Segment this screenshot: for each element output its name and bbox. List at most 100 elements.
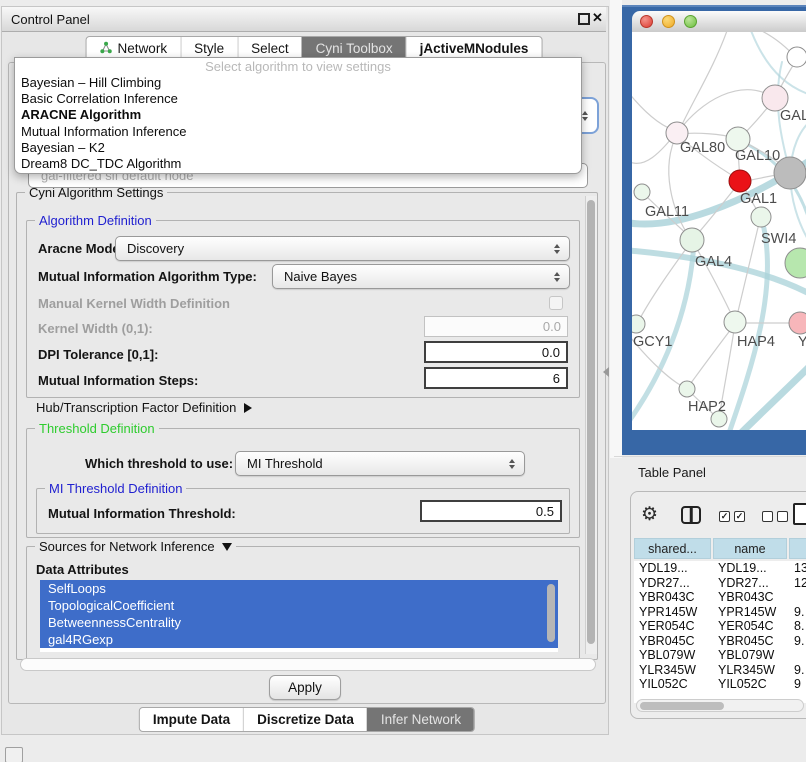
checkbox-unchecked-icon[interactable] — [777, 511, 788, 522]
table-row[interactable]: YDL19...YDL19...13 — [634, 561, 806, 576]
net-node-hap2[interactable] — [679, 381, 695, 397]
scrollbar-thumb[interactable] — [547, 584, 555, 642]
control-panel-title: Control Panel — [11, 12, 90, 27]
manual-kernel-width-label: Manual Kernel Width Definition — [38, 296, 230, 311]
net-node-hap4[interactable] — [724, 311, 746, 333]
table-cell: YDR27... — [713, 576, 789, 590]
scrollbar-thumb[interactable] — [587, 200, 595, 644]
net-node-label: Y — [798, 334, 806, 350]
column-header-extra[interactable] — [789, 538, 806, 559]
table-row[interactable]: YIL052CYIL052C9 — [634, 677, 806, 692]
net-node-label: GAL10 — [735, 148, 780, 164]
algorithm-option-mutual-information-inference[interactable]: Mutual Information Inference — [15, 124, 581, 140]
table-row[interactable]: YBL079WYBL079W — [634, 648, 806, 663]
column-header-shared[interactable]: shared... — [634, 538, 711, 559]
grid-mode-button[interactable] — [5, 747, 23, 762]
algorithm-option-basic-correlation-inference[interactable]: Basic Correlation Inference — [15, 91, 581, 107]
settings-horizontal-scrollbar[interactable] — [20, 658, 596, 671]
table-row[interactable]: YDR27...YDR27...12 — [634, 576, 806, 591]
float-window-icon[interactable] — [578, 13, 590, 25]
tab-infer-network[interactable]: Infer Network — [367, 708, 474, 731]
tab-label: Discretize Data — [257, 712, 354, 727]
tab-label: Impute Data — [153, 712, 230, 727]
mi-steps-label: Mutual Information Steps: — [38, 373, 198, 388]
checkbox-checked-icon[interactable]: ✓ — [734, 511, 745, 522]
data-attributes-list[interactable]: SelfLoopsTopologicalCoefficientBetweenne… — [40, 580, 558, 652]
scrollbar-thumb[interactable] — [640, 702, 724, 710]
net-node[interactable] — [785, 248, 806, 278]
net-node-gal4[interactable] — [680, 228, 704, 252]
table-cell: YBR043C — [713, 590, 789, 604]
apply-button-label: Apply — [288, 680, 322, 695]
net-node-label: GAL1 — [740, 191, 777, 207]
list-vertical-scrollbar[interactable] — [547, 582, 556, 650]
mac-close-icon[interactable] — [640, 15, 653, 28]
tab-discretize-data[interactable]: Discretize Data — [243, 708, 367, 731]
mac-zoom-icon[interactable] — [684, 15, 697, 28]
splitter-collapse-icon[interactable] — [603, 367, 609, 377]
column-header-name[interactable]: name — [713, 538, 787, 559]
table-row[interactable]: YBR045CYBR045C9. — [634, 634, 806, 649]
net-node-swi4[interactable] — [751, 207, 771, 227]
table-row[interactable]: YPR145WYPR145W9. — [634, 605, 806, 620]
attribute-item-betweennesscentrality[interactable]: BetweennessCentrality — [40, 614, 558, 631]
column-layout-icon[interactable] — [681, 506, 701, 524]
checkbox-checked-icon[interactable]: ✓ — [719, 511, 730, 522]
table-row[interactable]: YLR345WYLR345W9. — [634, 663, 806, 678]
algorithm-option-bayesian-hill-climbing[interactable]: Bayesian – Hill Climbing — [15, 75, 581, 91]
algorithm-option-bayesian-k2[interactable]: Bayesian – K2 — [15, 140, 581, 156]
table-cell: 9. — [789, 634, 806, 648]
table-cell: YBR045C — [634, 634, 713, 648]
table-row[interactable]: YER054CYER054C8. — [634, 619, 806, 634]
new-table-icon[interactable] — [793, 503, 806, 525]
mac-minimize-icon[interactable] — [662, 15, 675, 28]
attribute-item-gal4rgexp[interactable]: gal4RGexp — [40, 631, 558, 648]
attribute-item-topologicalcoefficient[interactable]: TopologicalCoefficient — [40, 597, 558, 614]
aracne-mode-combo[interactable]: Discovery — [115, 236, 570, 261]
gear-icon[interactable]: ⚙ — [641, 503, 658, 526]
mi-threshold-input[interactable]: 0.5 — [420, 500, 562, 522]
network-canvas[interactable]: GALGAL80GAL10GAL1GAL11SWI4GAL4GCY1HAP4YH… — [632, 32, 806, 430]
table-cell: YPR145W — [713, 605, 789, 619]
net-node-y[interactable] — [789, 312, 806, 334]
net-node-gal11[interactable] — [634, 184, 650, 200]
panel-divider — [610, 0, 622, 458]
table-cell: 9. — [789, 605, 806, 619]
close-icon[interactable]: ✕ — [592, 10, 603, 26]
sources-toggle[interactable]: Sources for Network Inference — [35, 539, 236, 554]
kernel-width-input[interactable]: 0.0 — [424, 316, 568, 337]
table-cell: YDL19... — [634, 561, 713, 575]
net-node-label: GCY1 — [633, 334, 673, 350]
algorithm-option-aracne-algorithm[interactable]: ARACNE Algorithm — [15, 107, 581, 123]
algorithm-option-dream8-dc-tdc-algorithm[interactable]: Dream8 DC_TDC Algorithm — [15, 156, 581, 172]
aracne-mode-label: Aracne Mode: — [38, 241, 124, 256]
checkbox-unchecked-icon[interactable] — [762, 511, 773, 522]
mi-steps-input[interactable]: 6 — [424, 367, 568, 389]
table-body[interactable]: YDL19...YDL19...13YDR27...YDR27...12YBR0… — [634, 561, 806, 703]
mi-threshold-definition-title: MI Threshold Definition — [45, 481, 186, 496]
manual-kernel-width-checkbox[interactable] — [549, 296, 563, 310]
net-node-gal1[interactable] — [729, 170, 751, 192]
mi-threshold-label: Mutual Information Threshold: — [48, 506, 236, 521]
which-threshold-combo[interactable]: MI Threshold — [235, 451, 525, 476]
net-node[interactable] — [787, 47, 806, 67]
kernel-width-label: Kernel Width (0,1): — [38, 321, 153, 336]
table-cell: 13 — [789, 561, 806, 575]
table-horizontal-scrollbar[interactable] — [636, 699, 804, 712]
algorithm-definition-title: Algorithm Definition — [35, 213, 156, 228]
attribute-item-selfloops[interactable]: SelfLoops — [40, 580, 558, 597]
dpi-tolerance-input[interactable]: 0.0 — [424, 341, 568, 363]
net-node-gcy1[interactable] — [632, 315, 645, 333]
hub-definition-toggle[interactable]: Hub/Transcription Factor Definition — [36, 400, 252, 415]
table-cell: YDR27... — [634, 576, 713, 590]
tab-label: Network — [118, 41, 168, 56]
table-cell: YER054C — [634, 619, 713, 633]
settings-vertical-scrollbar[interactable] — [585, 196, 597, 654]
tab-impute-data[interactable]: Impute Data — [140, 708, 243, 731]
mi-algorithm-type-combo[interactable]: Naive Bayes — [272, 264, 570, 289]
cyni-bottom-tab-bar: Impute Data Discretize Data Infer Network — [139, 707, 475, 732]
network-view-titlebar[interactable] — [632, 11, 806, 33]
mi-algorithm-type-value: Naive Bayes — [284, 269, 357, 284]
apply-button[interactable]: Apply — [269, 675, 341, 700]
table-row[interactable]: YBR043CYBR043C — [634, 590, 806, 605]
